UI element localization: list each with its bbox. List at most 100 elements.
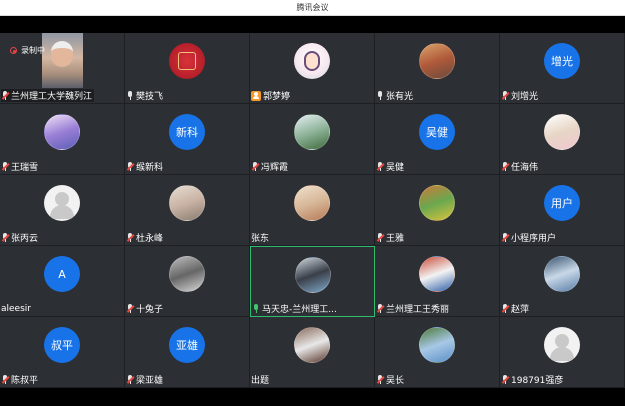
participant-tile[interactable]: 樊技飞 <box>125 33 250 104</box>
participant-name-bar: 杜永峰 <box>126 231 163 244</box>
participant-avatar <box>44 114 80 150</box>
mic-muted-icon <box>1 374 10 385</box>
mic-muted-icon <box>126 374 135 385</box>
participant-avatar <box>294 257 331 293</box>
seal-icon <box>178 52 196 70</box>
avatar-initials: 用户 <box>551 197 573 210</box>
participant-tile[interactable]: 出题 <box>250 317 375 388</box>
record-icon <box>10 47 17 54</box>
participant-name: 小程序用户 <box>511 234 557 244</box>
participant-tile[interactable]: 任海伟 <box>500 104 625 175</box>
participant-name-bar: 张丙云 <box>1 231 38 244</box>
participant-avatar <box>294 327 330 363</box>
participant-video <box>42 33 83 88</box>
avatar-initials: 增光 <box>551 55 573 68</box>
top-band <box>0 16 625 33</box>
recording-indicator: 录制中 <box>10 45 45 56</box>
mic-muted-icon <box>501 232 510 243</box>
participant-tile[interactable]: 王雅 <box>375 175 500 246</box>
mic-muted-icon <box>126 232 135 243</box>
participant-name: 赵萍 <box>511 305 530 315</box>
participant-tile[interactable]: 马天忠-兰州理工... <box>250 246 375 317</box>
participant-name-bar: 198791强彦 <box>501 373 563 386</box>
participant-tile[interactable]: 王瑞雪 <box>0 104 125 175</box>
participant-name: 梁亚雄 <box>136 376 164 386</box>
participant-tile[interactable]: 兰州理工王秀丽 <box>375 246 500 317</box>
participant-tile[interactable]: 新科 缑新科 <box>125 104 250 175</box>
participant-tile[interactable]: 叔平 陈叔平 <box>0 317 125 388</box>
participant-tile[interactable]: 吴长 <box>375 317 500 388</box>
participant-name-bar: aleesir <box>1 302 31 315</box>
participant-name: 马天忠-兰州理工... <box>262 305 337 315</box>
window-title: 腾讯会议 <box>296 3 329 12</box>
participant-tile[interactable]: 张有光 <box>375 33 500 104</box>
default-avatar-icon <box>44 185 80 221</box>
participant-avatar: 吴健 <box>419 114 455 150</box>
participant-name-bar: 兰州理工大学魏列江 <box>1 89 95 102</box>
participant-name: 樊技飞 <box>136 92 164 102</box>
participant-tile[interactable]: 用户小程序用户 <box>500 175 625 246</box>
participant-name-bar: 吴健 <box>376 160 404 173</box>
participant-name-bar: 陈叔平 <box>1 373 38 386</box>
participant-tile[interactable]: Aaleesir <box>0 246 125 317</box>
avatar-initials: 亚雄 <box>176 339 198 352</box>
participant-tile[interactable]: 杜永峰 <box>125 175 250 246</box>
cartoon-face-icon <box>304 51 320 71</box>
participant-name-bar: 出题 <box>251 373 269 386</box>
mic-muted-icon <box>251 161 260 172</box>
participant-name-bar: 缑新科 <box>126 160 163 173</box>
participant-name-bar: 樊技飞 <box>126 89 163 102</box>
participant-name: 兰州理工王秀丽 <box>386 305 450 315</box>
participant-name: 吴健 <box>386 163 405 173</box>
mic-muted-icon <box>501 303 510 314</box>
participant-name-bar: 王雅 <box>376 231 404 244</box>
participant-tile[interactable]: 张东 <box>250 175 375 246</box>
mic-icon <box>252 303 260 314</box>
participant-avatar <box>294 114 330 150</box>
participant-tile[interactable]: 增光刘增光 <box>500 33 625 104</box>
participant-name: 缑新科 <box>136 163 164 173</box>
participant-avatar <box>294 43 330 79</box>
participant-name: 张有光 <box>386 92 414 102</box>
participant-name: 任海伟 <box>511 163 539 173</box>
participant-avatar <box>419 256 455 292</box>
participant-tile[interactable]: 198791强彦 <box>500 317 625 388</box>
participant-tile[interactable]: 十兔子 <box>125 246 250 317</box>
participant-name: 十兔子 <box>136 305 164 315</box>
participant-name-bar: 刘增光 <box>501 89 538 102</box>
participant-name-bar: 赵萍 <box>501 302 529 315</box>
mic-muted-icon <box>1 90 10 101</box>
participant-name: 郭梦婷 <box>263 92 291 102</box>
participant-tile[interactable]: 赵萍 <box>500 246 625 317</box>
participant-name-bar: 梁亚雄 <box>126 373 163 386</box>
avatar-initials: 吴健 <box>426 126 448 139</box>
bottom-band <box>0 388 625 406</box>
participant-tile[interactable]: 张丙云 <box>0 175 125 246</box>
participant-avatar <box>419 185 455 221</box>
host-icon <box>251 90 261 101</box>
participant-avatar <box>169 256 205 292</box>
participant-name: 张丙云 <box>11 234 39 244</box>
participant-name: aleesir <box>1 303 31 314</box>
mic-icon <box>126 90 134 101</box>
video-face <box>51 41 73 67</box>
participant-tile[interactable]: 亚雄梁亚雄 <box>125 317 250 388</box>
participant-name: 杜永峰 <box>136 234 164 244</box>
participant-name: 出题 <box>251 376 270 386</box>
participant-tile[interactable]: 录制中兰州理工大学魏列江 <box>0 33 125 104</box>
participant-avatar <box>169 43 205 79</box>
participant-avatar: 用户 <box>544 185 580 221</box>
participant-name-bar: 任海伟 <box>501 160 538 173</box>
recording-label: 录制中 <box>21 46 45 55</box>
title-bar: 腾讯会议 <box>0 0 625 16</box>
mic-muted-icon <box>376 161 385 172</box>
participant-tile[interactable]: 吴健 吴健 <box>375 104 500 175</box>
participant-tile[interactable]: 郭梦婷 <box>250 33 375 104</box>
participant-avatar <box>169 185 205 221</box>
participant-name: 王瑞雪 <box>11 163 39 173</box>
mic-muted-icon <box>376 374 385 385</box>
avatar-initials: A <box>58 267 66 281</box>
participant-name: 陈叔平 <box>11 376 39 386</box>
participant-name: 张东 <box>251 234 270 244</box>
participant-tile[interactable]: 冯辉霞 <box>250 104 375 175</box>
